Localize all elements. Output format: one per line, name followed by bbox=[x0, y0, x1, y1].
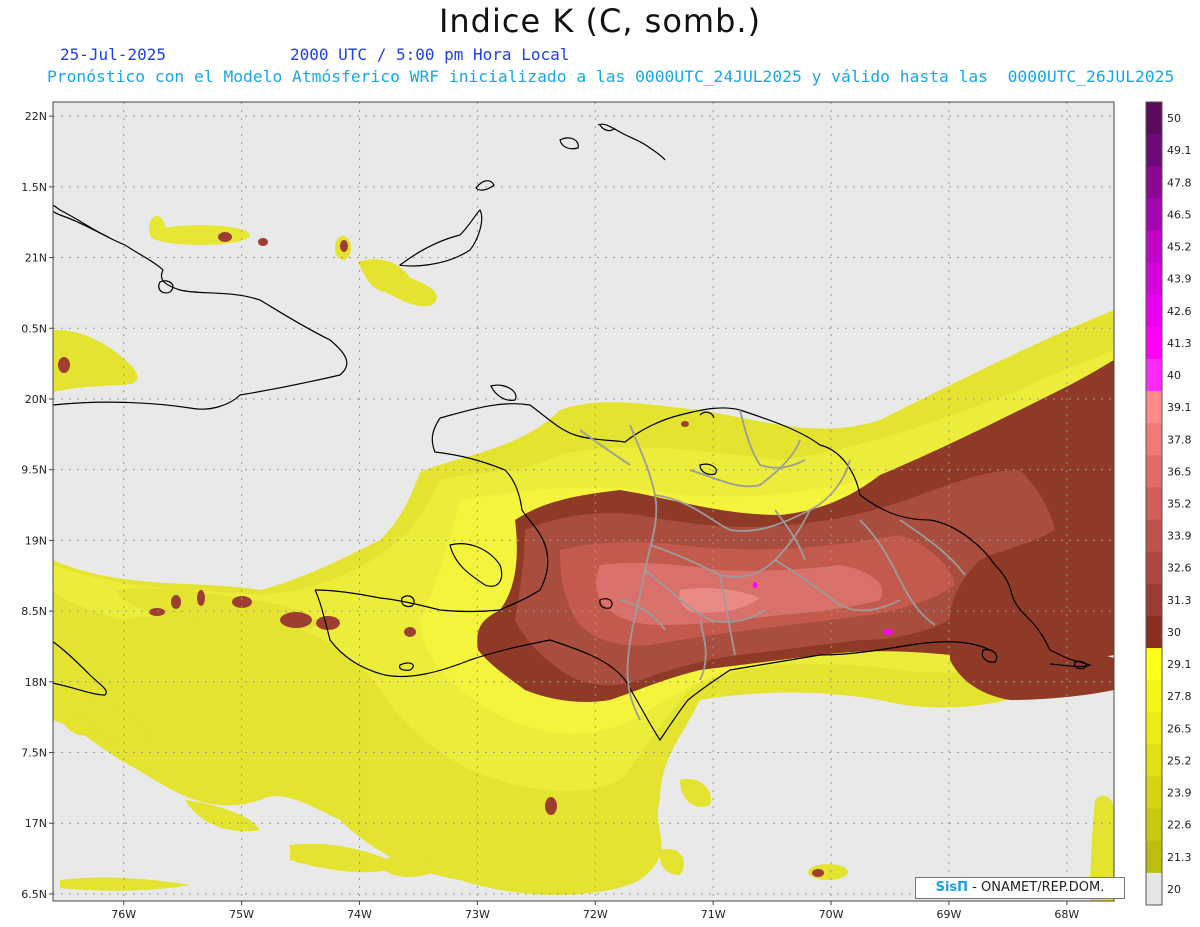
colorbar-swatch bbox=[1146, 744, 1162, 778]
colorbar-swatch bbox=[1146, 166, 1162, 199]
colorbar-swatch bbox=[1146, 872, 1162, 906]
colorbar-swatch bbox=[1146, 712, 1162, 745]
lon-label: 73W bbox=[465, 908, 490, 921]
colorbar-swatch bbox=[1146, 198, 1162, 231]
lon-label: 70W bbox=[819, 908, 844, 921]
colorbar-swatch bbox=[1146, 391, 1162, 424]
colorbar-label: 46.5 bbox=[1167, 208, 1192, 221]
colorbar-label: 31.3 bbox=[1167, 594, 1192, 607]
longitude-labels: 76W 75W 74W 73W 72W 71W 70W 69W 68W bbox=[111, 901, 1079, 921]
lon-label: 72W bbox=[583, 908, 608, 921]
colorbar-label: 39.1 bbox=[1167, 401, 1192, 414]
colorbar-swatch bbox=[1146, 102, 1162, 135]
lon-label: 68W bbox=[1054, 908, 1079, 921]
colorbar-label: 21.3 bbox=[1167, 851, 1192, 864]
colorbar-label: 49.1 bbox=[1167, 144, 1192, 157]
colorbar-label: 20 bbox=[1167, 883, 1181, 896]
lat-label: 18N bbox=[25, 676, 47, 689]
credit-text: - ONAMET/REP.DOM. bbox=[972, 880, 1105, 895]
colorbar-swatch bbox=[1146, 551, 1162, 585]
lat-label: 7.5N bbox=[21, 747, 47, 760]
lon-label: 71W bbox=[701, 908, 726, 921]
colorbar-label: 27.8 bbox=[1167, 690, 1192, 703]
colorbar-label: 50 bbox=[1167, 112, 1181, 125]
colorbar-swatch bbox=[1146, 134, 1162, 167]
colorbar-swatch bbox=[1146, 294, 1162, 328]
colorbar-label: 42.6 bbox=[1167, 305, 1192, 318]
colorbar-swatch bbox=[1146, 326, 1162, 360]
colorbar-label: 43.9 bbox=[1167, 273, 1192, 286]
colorbar-label: 35.2 bbox=[1167, 498, 1192, 511]
colorbar-swatch bbox=[1146, 840, 1162, 874]
colorbar-label: 40 bbox=[1167, 369, 1181, 382]
latitude-labels: 22N 1.5N 21N 0.5N 20N 9.5N 19N 8.5N 18N 7.5N 17N 6.… bbox=[21, 110, 53, 901]
colorbar-label: 23.9 bbox=[1167, 787, 1192, 800]
lat-label: 22N bbox=[25, 110, 47, 123]
colorbar-swatch bbox=[1146, 615, 1162, 649]
colorbar-swatch bbox=[1146, 487, 1162, 521]
lon-label: 69W bbox=[937, 908, 962, 921]
lat-label: 9.5N bbox=[21, 464, 47, 477]
colorbar-swatch bbox=[1146, 583, 1162, 617]
colorbar-label: 29.1 bbox=[1167, 658, 1192, 671]
lat-label: 0.5N bbox=[21, 322, 47, 335]
lon-label: 75W bbox=[229, 908, 254, 921]
colorbar-swatch bbox=[1146, 423, 1162, 456]
lat-label: 1.5N bbox=[21, 181, 47, 194]
colorbar-label: 45.2 bbox=[1167, 241, 1192, 254]
colorbar: 50 49.1 47.8 46.5 45.2 43.9 42.6 41.3 40 39.1 37.8… bbox=[1145, 101, 1192, 906]
colorbar-swatch bbox=[1146, 358, 1162, 392]
sispi-logo: SisΠ bbox=[935, 880, 969, 895]
colorbar-label: 41.3 bbox=[1167, 337, 1192, 350]
forecast-map: 22N 1.5N 21N 0.5N 20N 9.5N 19N 8.5N 18N 7.5N 17N 6.… bbox=[21, 101, 1192, 921]
colorbar-label: 25.2 bbox=[1167, 754, 1192, 767]
colorbar-swatch bbox=[1146, 230, 1162, 264]
colorbar-swatch bbox=[1146, 808, 1162, 842]
colorbar-swatch bbox=[1146, 262, 1162, 296]
colorbar-label: 30 bbox=[1167, 626, 1181, 639]
colorbar-label: 26.5 bbox=[1167, 722, 1192, 735]
colorbar-label: 36.5 bbox=[1167, 465, 1192, 478]
colorbar-swatch bbox=[1146, 455, 1162, 488]
colorbar-label: 32.6 bbox=[1167, 562, 1192, 575]
lat-label: 20N bbox=[25, 393, 47, 406]
lat-label: 19N bbox=[25, 534, 47, 547]
colorbar-label: 47.8 bbox=[1167, 176, 1192, 189]
colorbar-swatch bbox=[1146, 648, 1162, 681]
credit-box: SisΠ - ONAMET/REP.DOM. bbox=[915, 877, 1125, 899]
lon-label: 76W bbox=[111, 908, 136, 921]
colorbar-label: 22.6 bbox=[1167, 819, 1192, 832]
lat-label: 6.5N bbox=[21, 888, 47, 901]
lat-label: 21N bbox=[25, 252, 47, 265]
colorbar-swatch bbox=[1146, 519, 1162, 553]
colorbar-label: 33.9 bbox=[1167, 530, 1192, 543]
lat-label: 8.5N bbox=[21, 605, 47, 618]
lon-label: 74W bbox=[347, 908, 372, 921]
lat-label: 17N bbox=[25, 817, 47, 830]
colorbar-swatch bbox=[1146, 680, 1162, 713]
colorbar-swatch bbox=[1146, 776, 1162, 810]
colorbar-label: 37.8 bbox=[1167, 433, 1192, 446]
